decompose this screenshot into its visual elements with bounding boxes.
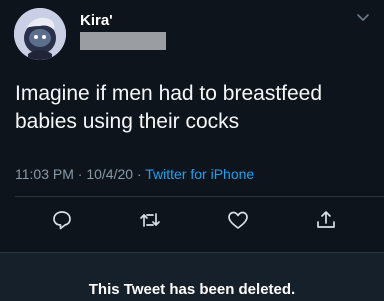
retweet-button[interactable] (138, 208, 162, 232)
meta-separator: · (77, 166, 83, 182)
author-name[interactable]: Kira' (80, 12, 113, 29)
chevron-down-icon[interactable] (356, 12, 370, 24)
tweet-text: Imagine if men had to breastfeed babies … (15, 82, 323, 133)
share-button[interactable] (314, 208, 338, 232)
tweet-meta: 11:03 PM · 10/4/20 · Twitter for iPhone (15, 166, 254, 182)
redacted-handle (80, 32, 166, 50)
avatar[interactable] (14, 8, 66, 60)
reply-icon (53, 211, 71, 230)
divider (15, 196, 384, 197)
reply-button[interactable] (50, 208, 74, 232)
tweet-card[interactable]: Kira' Imagine if men had to breastfeed b… (0, 0, 384, 252)
meta-separator: · (136, 166, 142, 182)
deleted-message: This Tweet has been deleted. (88, 281, 296, 298)
avatar-icon (14, 8, 66, 60)
share-icon (317, 211, 335, 228)
tweet-source[interactable]: Twitter for iPhone (145, 166, 254, 182)
retweet-icon (140, 213, 160, 227)
tweet-date: 10/4/20 (86, 166, 134, 182)
deleted-banner: This Tweet has been deleted. (0, 252, 384, 301)
action-bar (0, 200, 384, 240)
heart-icon (228, 211, 248, 229)
like-button[interactable] (226, 208, 250, 232)
tweet-time: 11:03 PM (15, 166, 74, 182)
